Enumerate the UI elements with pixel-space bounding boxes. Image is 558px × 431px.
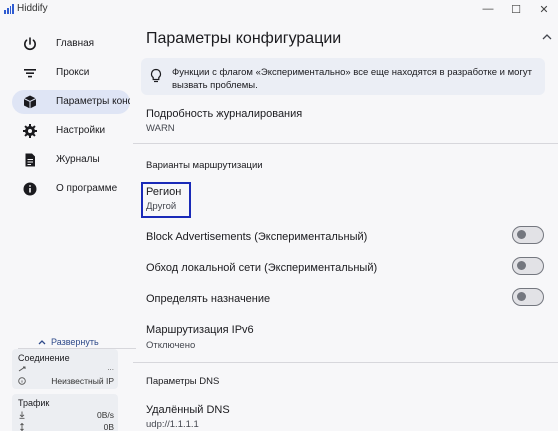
block-ads-toggle[interactable] [512, 226, 544, 244]
maximize-button[interactable]: ☐ [502, 0, 530, 18]
ipv6-routing-title: Маршрутизация IPv6 [146, 324, 254, 336]
sidebar: Главная Прокси Параметры конфи Настройк [0, 18, 136, 431]
sidebar-item-about[interactable]: О программе [12, 177, 130, 201]
lightbulb-icon [150, 68, 162, 83]
divider [133, 362, 558, 363]
download-row: 0B/s [18, 410, 114, 420]
total-traffic: 0B [103, 422, 114, 431]
connection-title: Соединение [18, 353, 70, 363]
region-value: Другой [146, 201, 177, 212]
chevron-up-icon[interactable] [542, 32, 552, 42]
info-small-icon [18, 377, 26, 385]
block-ads-label: Block Advertisements (Экспериментальный) [146, 231, 368, 243]
bypass-lan-toggle[interactable] [512, 257, 544, 275]
connection-ip-row: Неизвестный IP [18, 376, 114, 386]
remote-dns-title: Удалённый DNS [146, 404, 230, 416]
sidebar-item-settings[interactable]: Настройки [12, 119, 130, 143]
info-icon [23, 182, 37, 196]
link-icon [18, 366, 26, 372]
sidebar-item-label: Параметры конфи [56, 96, 130, 107]
minimize-button[interactable]: — [474, 0, 502, 18]
sidebar-item-label: Журналы [56, 154, 100, 165]
remote-dns-value: udp://1.1.1.1 [146, 419, 199, 430]
expand-button[interactable]: Развернуть [38, 337, 99, 347]
sidebar-item-home[interactable]: Главная [12, 32, 130, 56]
title-bar: Hiddify — ☐ ✕ [0, 0, 558, 18]
cube-icon [23, 95, 37, 109]
log-level-title: Подробность журналирования [146, 108, 303, 120]
traffic-title: Трафик [18, 398, 50, 408]
gear-icon [23, 124, 37, 138]
resolve-destination-toggle[interactable] [512, 288, 544, 306]
ip-value: Неизвестный IP [51, 376, 114, 386]
bypass-lan-label: Обход локальной сети (Экспериментальный) [146, 262, 378, 274]
routing-section-header: Варианты маршрутизации [146, 160, 263, 171]
connection-card: Соединение ... Неизвестный IP [12, 349, 118, 389]
download-speed: 0B/s [96, 410, 114, 420]
sidebar-item-label: Главная [56, 38, 95, 49]
log-level-value: WARN [146, 123, 175, 134]
close-button[interactable]: ✕ [530, 0, 558, 18]
document-icon [25, 153, 35, 167]
sidebar-item-label: Прокси [56, 67, 90, 78]
traffic-card: Трафик 0B/s 0B [12, 394, 118, 431]
power-icon [24, 37, 36, 51]
main-content: Параметры конфигурации Функции с флагом … [133, 18, 558, 431]
filter-list-icon [24, 69, 36, 78]
info-banner-text: Функции с флагом «Экспериментально» все … [172, 67, 532, 91]
toggle-knob [517, 292, 526, 301]
page-title: Параметры конфигурации [146, 30, 342, 47]
download-icon [19, 411, 25, 419]
divider [133, 143, 558, 144]
app-logo-icon [4, 4, 14, 14]
dns-section-header: Параметры DNS [146, 376, 220, 387]
ipv6-routing-value: Отключено [146, 340, 196, 351]
connection-status-value: ... [107, 363, 114, 372]
chevron-up-icon [38, 340, 46, 345]
sidebar-item-logs[interactable]: Журналы [12, 148, 130, 172]
sidebar-item-config-options[interactable]: Параметры конфи [12, 90, 130, 114]
toggle-knob [517, 261, 526, 270]
up-down-arrows-icon [20, 423, 24, 431]
window-title: Hiddify [17, 3, 48, 14]
upload-row: 0B [18, 422, 114, 431]
experimental-info-banner: Функции с флагом «Экспериментально» все … [141, 58, 545, 95]
resolve-destination-label: Определять назначение [146, 293, 271, 305]
expand-label: Развернуть [51, 337, 99, 347]
sidebar-item-label: О программе [56, 183, 118, 194]
region-title: Регион [146, 186, 182, 198]
sidebar-item-label: Настройки [56, 125, 106, 136]
toggle-knob [517, 230, 526, 239]
sidebar-item-proxies[interactable]: Прокси [12, 61, 130, 85]
